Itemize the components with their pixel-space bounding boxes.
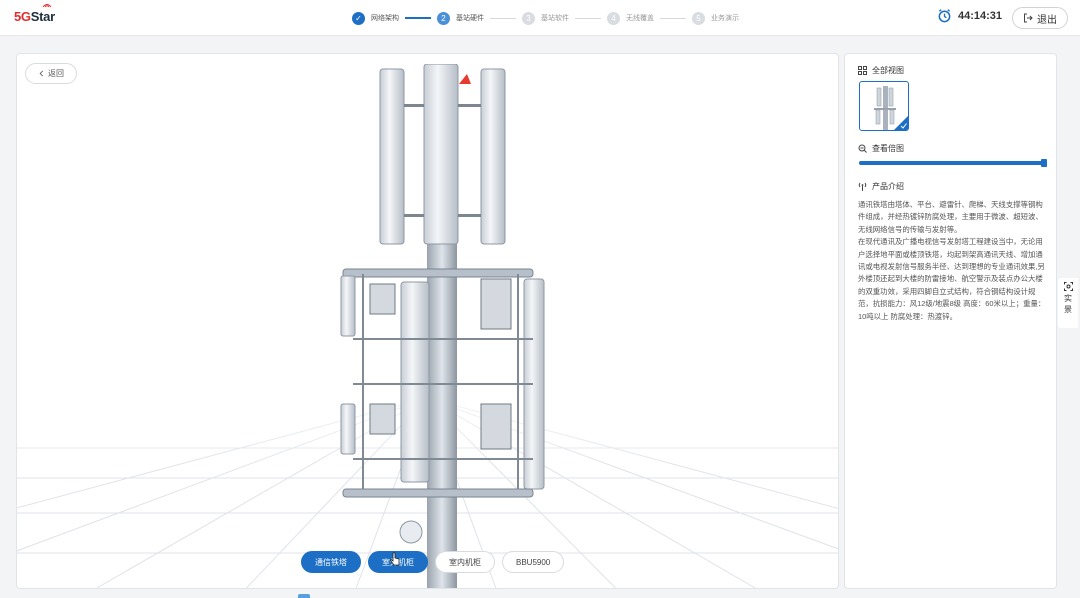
description-paragraph: 通讯铁塔由塔体、平台、避雷针、爬梯、天线支撑等钢构件组成，并经热镀锌防腐处理，主… <box>858 200 1043 234</box>
step-connector <box>575 17 601 19</box>
countdown-timer: 44:14:31 <box>937 8 1002 23</box>
step-base-station-hardware[interactable]: 2 基站硬件 <box>437 11 484 25</box>
view-thumbnail[interactable] <box>859 81 909 131</box>
zoom-title: 查看倍图 <box>872 144 904 153</box>
zoom-slider[interactable] <box>859 159 1047 167</box>
step-label: 网络架构 <box>371 15 399 22</box>
intro-header: 产品介绍 <box>858 181 904 192</box>
hand-cursor-icon <box>390 552 400 566</box>
app-logo: 5GStar <box>14 4 55 24</box>
scan-icon <box>1063 282 1073 291</box>
logo-accent: 5G <box>14 9 31 24</box>
step-connector <box>660 17 686 19</box>
back-label: 返回 <box>48 69 64 78</box>
product-description: 通讯铁塔由塔体、平台、避雷针、爬梯、天线支撑等钢构件组成，并经热镀锌防腐处理，主… <box>858 199 1046 323</box>
chevron-left-icon <box>39 70 44 77</box>
tab-indoor-cabinet[interactable]: 室内机柜 <box>435 551 495 573</box>
description-paragraph: 在现代通讯及广播电视信号发射塔工程建设当中，无论用户选择地平面或楼顶铁塔，均起到… <box>858 237 1046 321</box>
step-progress: ✓ 网络架构 2 基站硬件 3 基站软件 4 无线覆盖 5 业务演示 <box>352 11 739 25</box>
antenna-icon <box>858 182 867 191</box>
step-service-demo[interactable]: 5 业务演示 <box>692 11 739 25</box>
exit-label: 退出 <box>1037 14 1057 26</box>
real-scene-toggle[interactable]: 实 景 <box>1058 278 1078 328</box>
timer-value: 44:14:31 <box>958 9 1003 22</box>
zoom-icon <box>858 144 867 153</box>
step-wireless-coverage[interactable]: 4 无线覆盖 <box>607 11 654 25</box>
alarm-clock-icon <box>938 9 951 23</box>
back-button[interactable]: 返回 <box>25 63 77 84</box>
info-panel: 全部视图 查看倍图 产品介绍 通讯铁塔由塔体、平台、避雷针、爬梯、天线支撑等钢构… <box>844 53 1057 589</box>
step-number: 5 <box>692 11 705 25</box>
step-connector <box>490 17 516 19</box>
all-views-title: 全部视图 <box>872 66 904 75</box>
step-base-station-software[interactable]: 3 基站软件 <box>522 11 569 25</box>
check-icon: ✓ <box>352 11 365 25</box>
signal-icon <box>42 4 52 8</box>
step-label: 基站软件 <box>541 15 569 22</box>
step-connector <box>405 17 431 19</box>
top-bar: 5GStar ✓ 网络架构 2 基站硬件 3 基站软件 4 无线覆盖 5 业务演… <box>0 0 1080 36</box>
real-scene-label-1: 实 <box>1064 294 1072 303</box>
all-views-header: 全部视图 <box>858 65 904 76</box>
step-network-architecture[interactable]: ✓ 网络架构 <box>352 11 399 25</box>
selected-check-icon <box>894 116 908 130</box>
communication-tower-model[interactable] <box>333 64 563 589</box>
step-label: 业务演示 <box>711 15 739 22</box>
step-number: 4 <box>607 11 620 25</box>
model-viewer[interactable]: 返回 通信铁塔 室内机柜 BBU5900 <box>16 53 839 589</box>
scroll-indicator <box>298 594 310 598</box>
component-switcher: 通信铁塔 室外机柜 室内机柜 BBU5900 <box>301 551 565 573</box>
logo-rest: Star <box>30 9 55 24</box>
tab-bbu5900[interactable]: BBU5900 <box>502 551 565 573</box>
step-number: 3 <box>522 11 535 25</box>
zoom-header: 查看倍图 <box>858 143 904 154</box>
grid-icon <box>858 66 867 75</box>
step-label: 无线覆盖 <box>626 15 654 22</box>
step-label: 基站硬件 <box>456 15 484 22</box>
zoom-slider-handle[interactable] <box>1041 159 1047 167</box>
real-scene-label-2: 景 <box>1064 305 1072 314</box>
logout-icon <box>1024 13 1033 23</box>
exit-button[interactable]: 退出 <box>1012 7 1068 29</box>
tab-communication-tower[interactable]: 通信铁塔 <box>301 551 361 573</box>
step-number: 2 <box>437 11 450 25</box>
intro-title: 产品介绍 <box>872 182 904 191</box>
